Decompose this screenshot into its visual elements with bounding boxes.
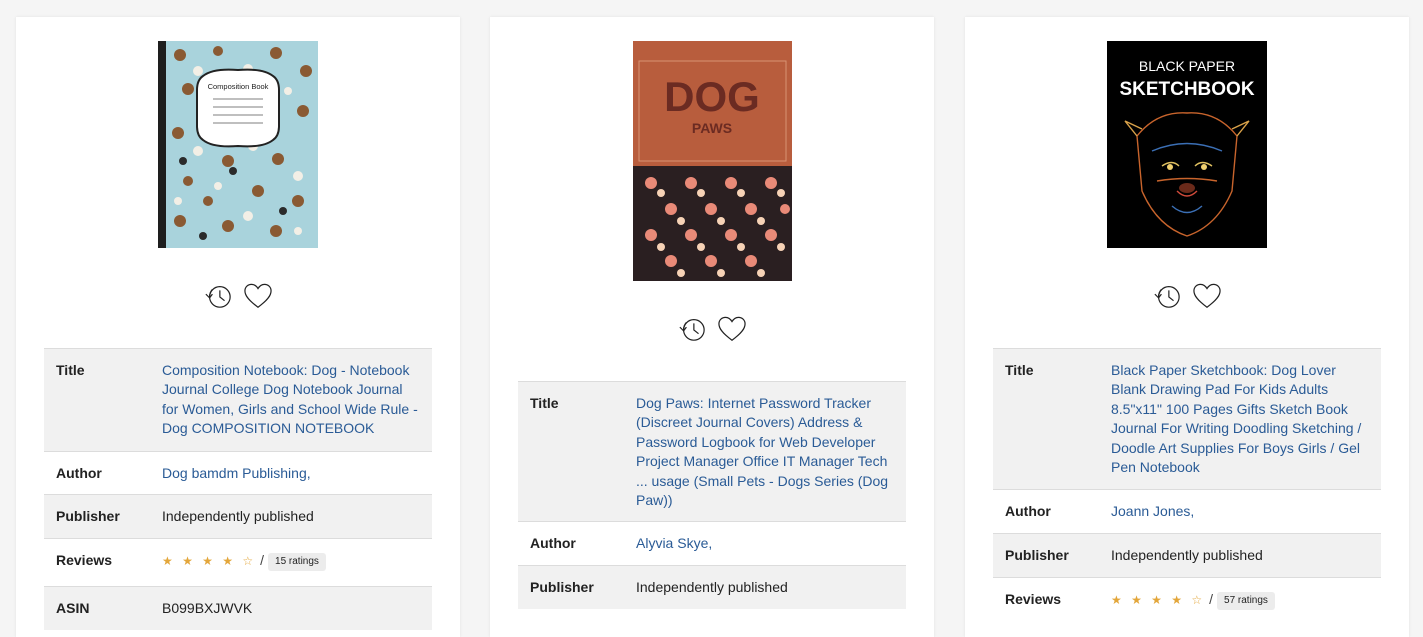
product-info-table: Title Composition Notebook: Dog - Notebo…	[44, 348, 432, 631]
publisher-label: Publisher	[44, 494, 161, 539]
svg-text:BLACK PAPER: BLACK PAPER	[1139, 58, 1235, 74]
publisher-value: Independently published	[1110, 532, 1381, 578]
asin-label: ASIN	[44, 585, 161, 631]
title-link[interactable]: Composition Notebook: Dog - Notebook Jou…	[162, 362, 418, 436]
rating-separator: /	[260, 552, 265, 569]
star-rating: ★ ★ ★ ★ ☆	[162, 554, 257, 569]
reviews-label: Reviews	[993, 577, 1110, 625]
dog-paws-cover-icon: DOG PAWS	[633, 41, 792, 277]
book-cover-1[interactable]: Composition Book	[158, 41, 318, 248]
title-link[interactable]: Black Paper Sketchbook: Dog Lover Blank …	[1111, 362, 1361, 475]
publisher-row: Publisher Independently published	[993, 532, 1381, 578]
title-label: Title	[518, 380, 635, 522]
notebook-cover-dog-pattern-icon: Composition Book	[158, 41, 312, 248]
black-sketchbook-dog-cover-icon: BLACK PAPER SKETCHBOOK	[1119, 58, 1255, 237]
book-cover-2[interactable]: DOG PAWS	[633, 41, 792, 281]
publisher-row: Publisher Independently published	[44, 494, 432, 539]
product-info-table: Title Dog Paws: Internet Password Tracke…	[518, 380, 906, 610]
heart-icon[interactable]	[1193, 282, 1221, 310]
title-row: Title Black Paper Sketchbook: Dog Lover …	[993, 347, 1381, 490]
publisher-row: Publisher Independently published	[518, 564, 906, 610]
author-label: Author	[993, 489, 1110, 534]
book-cover-3[interactable]: BLACK PAPER SKETCHBOOK	[1107, 41, 1267, 248]
svg-text:Composition Book: Composition Book	[208, 82, 269, 91]
author-link[interactable]: Alyvia Skye,	[636, 535, 712, 551]
svg-text:PAWS: PAWS	[692, 120, 732, 136]
asin-value: B099BXJWVK	[161, 585, 432, 631]
title-label: Title	[44, 348, 161, 452]
publisher-label: Publisher	[993, 532, 1110, 578]
product-card-3: BLACK PAPER SKETCHBOOK Title Black Paper…	[965, 17, 1409, 637]
publisher-value: Independently published	[635, 564, 906, 610]
author-link[interactable]: Dog bamdm Publishing,	[162, 465, 311, 481]
ratings-count-badge[interactable]: 57 ratings	[1217, 591, 1275, 610]
reviews-row: Reviews ★ ★ ★ ★ ☆/57 ratings	[993, 577, 1381, 625]
ratings-count-badge[interactable]: 15 ratings	[268, 552, 326, 571]
svg-text:DOG: DOG	[664, 73, 760, 120]
product-card-2: DOG PAWS Title Dog Paws: Internet Passwo…	[490, 17, 934, 637]
heart-icon[interactable]	[718, 315, 746, 343]
reviews-label: Reviews	[44, 538, 161, 587]
author-link[interactable]: Joann Jones,	[1111, 503, 1194, 519]
svg-text:SKETCHBOOK: SKETCHBOOK	[1119, 79, 1254, 100]
publisher-value: Independently published	[161, 494, 432, 539]
title-row: Title Composition Notebook: Dog - Notebo…	[44, 348, 432, 452]
history-clock-icon[interactable]	[678, 315, 706, 343]
history-clock-icon[interactable]	[1153, 282, 1181, 310]
card-actions	[16, 282, 460, 310]
title-label: Title	[993, 347, 1110, 490]
product-card-1: Composition Book Title Composition Noteb…	[16, 17, 460, 637]
product-info-table: Title Black Paper Sketchbook: Dog Lover …	[993, 347, 1381, 625]
history-clock-icon[interactable]	[204, 282, 232, 310]
author-row: Author Dog bamdm Publishing,	[44, 450, 432, 495]
title-link[interactable]: Dog Paws: Internet Password Tracker (Dis…	[636, 395, 888, 508]
publisher-label: Publisher	[518, 564, 635, 610]
star-rating: ★ ★ ★ ★ ☆	[1111, 593, 1206, 608]
author-label: Author	[518, 521, 635, 566]
reviews-row: Reviews ★ ★ ★ ★ ☆/15 ratings	[44, 538, 432, 587]
asin-row: ASIN B099BXJWVK	[44, 585, 432, 631]
card-actions	[965, 282, 1409, 310]
card-actions	[490, 315, 934, 343]
author-row: Author Joann Jones,	[993, 489, 1381, 534]
title-row: Title Dog Paws: Internet Password Tracke…	[518, 380, 906, 522]
author-row: Author Alyvia Skye,	[518, 521, 906, 566]
rating-separator: /	[1209, 591, 1214, 608]
heart-icon[interactable]	[244, 282, 272, 310]
author-label: Author	[44, 450, 161, 495]
